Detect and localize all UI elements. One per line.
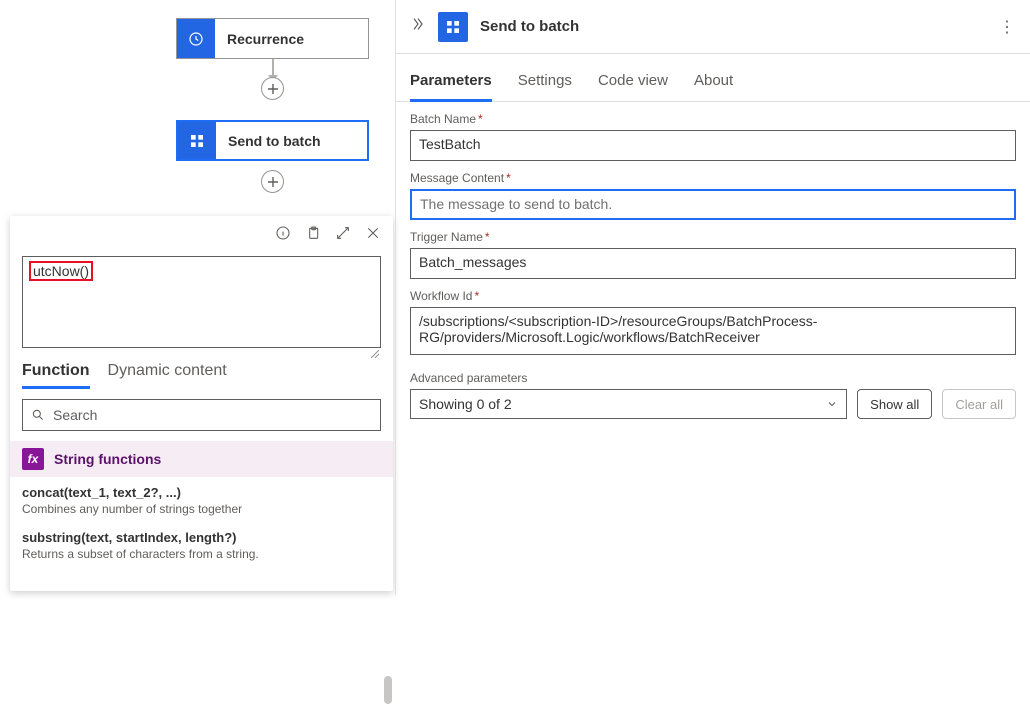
function-list[interactable]: fx String functions concat(text_1, text_… [10,441,393,591]
function-substring-desc: Returns a subset of characters from a st… [22,547,381,561]
sendtobatch-icon [178,122,216,159]
tab-codeview[interactable]: Code view [598,72,668,101]
node-recurrence[interactable]: Recurrence [176,18,369,59]
advanced-parameters-select[interactable]: Showing 0 of 2 [410,389,847,419]
advanced-parameters-label: Advanced parameters [410,371,847,385]
message-content-input[interactable]: The message to send to batch. [410,189,1016,220]
sendtobatch-header-icon [438,12,468,42]
tab-settings[interactable]: Settings [518,72,572,101]
detail-header: Send to batch ⋮ [396,0,1030,54]
expression-value: utcNow() [29,261,93,281]
detail-title: Send to batch [480,18,987,35]
show-all-button[interactable]: Show all [857,389,932,419]
fx-icon: fx [22,448,44,470]
function-concat-desc: Combines any number of strings together [22,502,381,516]
message-content-label: Message Content* [410,171,1016,185]
clear-all-button[interactable]: Clear all [942,389,1016,419]
search-icon [31,408,45,422]
more-options-icon[interactable]: ⋮ [999,17,1016,37]
advanced-parameters-row: Advanced parameters Showing 0 of 2 Show … [396,355,1030,419]
function-substring-sig: substring(text, startIndex, length?) [22,530,381,545]
function-substring[interactable]: substring(text, startIndex, length?) Ret… [10,522,393,567]
info-icon[interactable] [269,219,297,247]
category-label: String functions [54,451,161,467]
function-concat-sig: concat(text_1, text_2?, ...) [22,485,381,500]
tab-function[interactable]: Function [22,362,90,389]
expression-panel: utcNow() Function Dynamic content Search… [10,216,393,591]
collapse-icon[interactable] [410,16,426,37]
node-sendtobatch-label: Send to batch [216,133,321,149]
function-concat[interactable]: concat(text_1, text_2?, ...) Combines an… [10,477,393,522]
field-workflow-id: Workflow Id* /subscriptions/<subscriptio… [396,279,1030,355]
category-string-functions[interactable]: fx String functions [10,441,393,477]
trigger-name-input[interactable]: Batch_messages [410,248,1016,279]
expand-icon[interactable] [329,219,357,247]
expression-tabs: Function Dynamic content [10,348,393,389]
search-placeholder: Search [53,407,97,423]
chevron-down-icon [826,398,838,410]
tab-dynamic-content[interactable]: Dynamic content [108,362,227,389]
tab-parameters[interactable]: Parameters [410,72,492,102]
batch-name-label: Batch Name* [410,112,1016,126]
batch-name-input[interactable]: TestBatch [410,130,1016,161]
action-detail-pane: Send to batch ⋮ Parameters Settings Code… [395,0,1030,595]
close-icon[interactable] [359,219,387,247]
recurrence-icon [177,19,215,58]
expression-toolbar [10,216,393,250]
clipboard-icon[interactable] [299,219,327,247]
advanced-parameters-summary: Showing 0 of 2 [419,396,512,412]
connector-arrow [272,59,274,77]
trigger-name-label: Trigger Name* [410,230,1016,244]
resize-handle-icon[interactable] [371,350,379,358]
tab-about[interactable]: About [694,72,733,101]
field-batch-name: Batch Name* TestBatch [396,102,1030,161]
node-recurrence-label: Recurrence [215,31,304,47]
function-search-input[interactable]: Search [22,399,381,431]
expression-editor[interactable]: utcNow() [22,256,381,348]
function-list-scrollbar[interactable] [384,676,392,704]
field-trigger-name: Trigger Name* Batch_messages [396,220,1030,279]
detail-tabs: Parameters Settings Code view About [396,54,1030,102]
node-sendtobatch[interactable]: Send to batch [176,120,369,161]
workflow-id-input[interactable]: /subscriptions/<subscription-ID>/resourc… [410,307,1016,355]
add-step-button-2[interactable] [261,170,284,193]
field-message-content: Message Content* The message to send to … [396,161,1030,220]
add-step-button-1[interactable] [261,77,284,100]
workflow-id-label: Workflow Id* [410,289,1016,303]
